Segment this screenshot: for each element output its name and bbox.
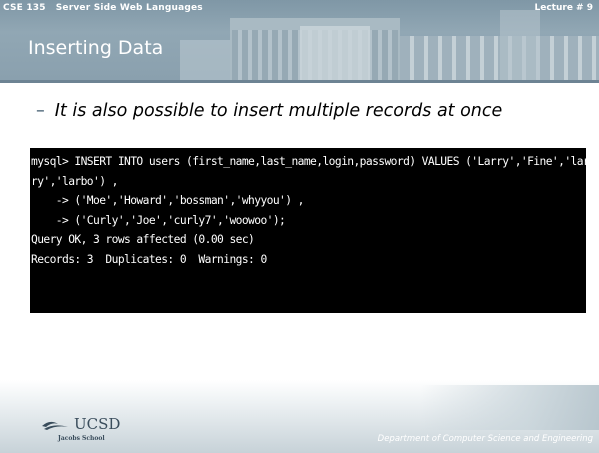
bullet-dash-icon: – [36,101,45,121]
terminal-line: mysql> INSERT INTO users (first_name,las… [31,155,590,168]
ucsd-logo: UCSD Jacobs School [40,415,120,445]
terminal-line: Records: 3 Duplicates: 0 Warnings: 0 [31,252,267,266]
banner-building-image [500,10,540,80]
header-banner: CSE 135 Server Side Web Languages Lectur… [0,0,599,80]
lecture-number: Lecture # 9 [534,3,594,13]
header-divider [0,80,599,83]
footer-decoration [420,385,599,430]
terminal-line: ry','larbo') , [31,174,118,188]
ucsd-wave-icon [42,421,68,430]
bullet-text: It is also possible to insert multiple r… [54,101,503,121]
slide-title: Inserting Data [28,37,164,59]
terminal-line: -> ('Moe','Howard','bossman','whyyou') , [31,194,305,207]
mysql-terminal: mysql> INSERT INTO users (first_name,las… [30,148,590,313]
logo-subtext: Jacobs School [58,435,105,442]
terminal-line: -> ('Curly','Joe','curly7','woowoo'); [31,213,286,227]
course-label: CSE 135 Server Side Web Languages [3,3,203,13]
department-label: Department of Computer Science and Engin… [377,434,593,444]
banner-building-image [300,26,370,80]
bullet-item: – It is also possible to insert multiple … [36,101,502,121]
logo-text: UCSD [74,415,121,433]
terminal-line: Query OK, 3 rows affected (0.00 sec) [31,233,255,246]
slide: CSE 135 Server Side Web Languages Lectur… [0,0,599,453]
